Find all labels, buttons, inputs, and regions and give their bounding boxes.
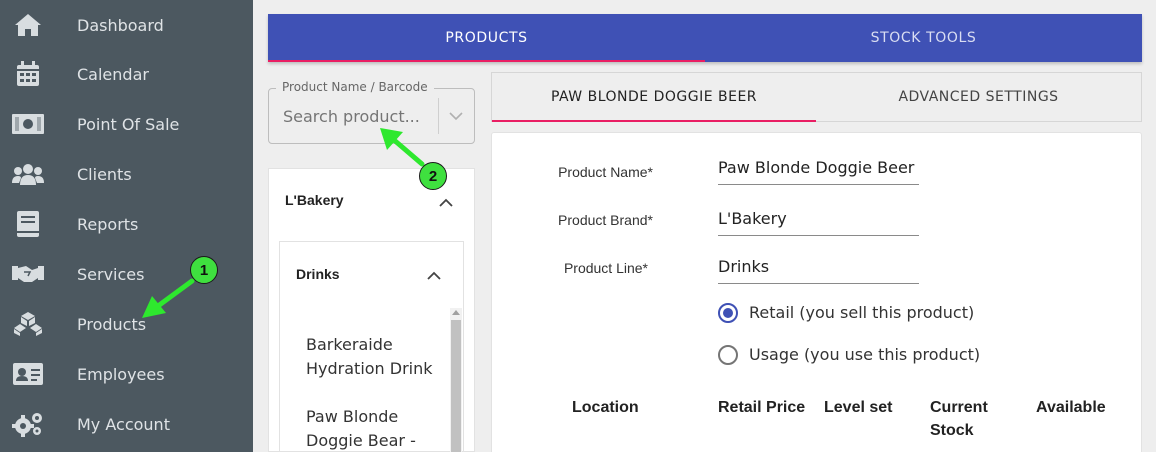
search-divider [438,98,439,134]
column-header-current-stock: Current Stock [930,399,988,439]
list-item[interactable]: Barkeraide Hydration Drink [306,333,436,381]
column-header-available: Available [1036,399,1106,416]
list-item[interactable]: Paw Blonde Doggie Bear - [306,405,436,452]
sidebar-item-label: Dashboard [77,15,164,35]
retail-radio[interactable] [718,303,738,323]
sidebar-item-label: Calendar [77,64,149,84]
handshake-icon [12,260,44,288]
sidebar: Dashboard Calendar Point Of Sale Clients… [0,0,253,452]
sidebar-item-my-account[interactable]: My Account [0,399,253,449]
usage-radio-label: Usage (you use this product) [749,345,981,364]
sidebar-item-reports[interactable]: Reports [0,199,253,249]
sidebar-item-clients[interactable]: Clients [0,149,253,199]
gears-icon [12,410,44,438]
sidebar-item-employees[interactable]: Employees [0,349,253,399]
sidebar-item-label: Clients [77,164,132,184]
sidebar-item-label: Employees [77,364,165,384]
sidebar-item-products[interactable]: Products [0,299,253,349]
sidebar-item-label: Point Of Sale [77,114,180,134]
home-icon [12,11,44,39]
product-name-field[interactable]: Paw Blonde Doggie Beer [718,158,919,185]
product-brand-field[interactable]: L'Bakery [718,209,919,236]
column-header-location: Location [572,399,639,416]
tab-label: STOCK TOOLS [870,30,977,46]
tab-label: ADVANCED SETTINGS [898,89,1059,105]
annotation-badge-2: 2 [419,162,447,190]
product-name-label: Product Name* [558,164,653,180]
sidebar-item-label: Services [77,264,145,284]
id-card-icon [12,360,44,388]
sidebar-item-point-of-sale[interactable]: Point Of Sale [0,99,253,149]
annotation-badge-1: 1 [190,256,218,284]
chevron-up-icon[interactable] [427,267,443,280]
product-line-field[interactable]: Drinks [718,257,919,284]
scrollbar-thumb[interactable] [451,320,461,452]
users-icon [12,160,44,188]
line-group-header[interactable]: Drinks [296,266,340,282]
book-icon [12,210,44,238]
boxes-icon [12,310,44,338]
usage-radio[interactable] [718,345,738,365]
product-detail-tabs: PAW BLONDE DOGGIE BEER ADVANCED SETTINGS [491,72,1142,122]
sidebar-item-calendar[interactable]: Calendar [0,49,253,99]
column-header-retail-price: Retail Price [718,399,806,416]
product-line-label: Product Line* [563,260,648,276]
retail-radio-label: Retail (you sell this product) [749,303,975,322]
search-label: Product Name / Barcode [276,80,434,94]
cash-icon [12,110,44,138]
brand-group-header[interactable]: L'Bakery [285,192,344,208]
scroll-up-arrow-icon[interactable] [452,310,460,315]
chevron-up-icon[interactable] [439,194,455,207]
main-tabs: PRODUCTS STOCK TOOLS [268,14,1142,62]
sidebar-item-dashboard[interactable]: Dashboard [0,0,253,50]
column-header-level-set: Level set [824,399,893,416]
sidebar-item-label: Reports [77,214,139,234]
tab-stock-tools[interactable]: STOCK TOOLS [705,14,1142,62]
calendar-icon [12,60,44,88]
tab-label: PRODUCTS [445,30,528,46]
tab-products[interactable]: PRODUCTS [268,14,705,62]
tab-advanced-settings[interactable]: ADVANCED SETTINGS [816,73,1141,121]
sidebar-item-label: Products [77,314,147,334]
product-brand-label: Product Brand* [558,212,653,228]
sidebar-item-label: My Account [77,414,170,434]
chevron-down-icon[interactable] [447,108,465,124]
tab-label: PAW BLONDE DOGGIE BEER [550,89,758,105]
search-input[interactable] [283,104,433,128]
tab-product-details[interactable]: PAW BLONDE DOGGIE BEER [492,73,816,122]
